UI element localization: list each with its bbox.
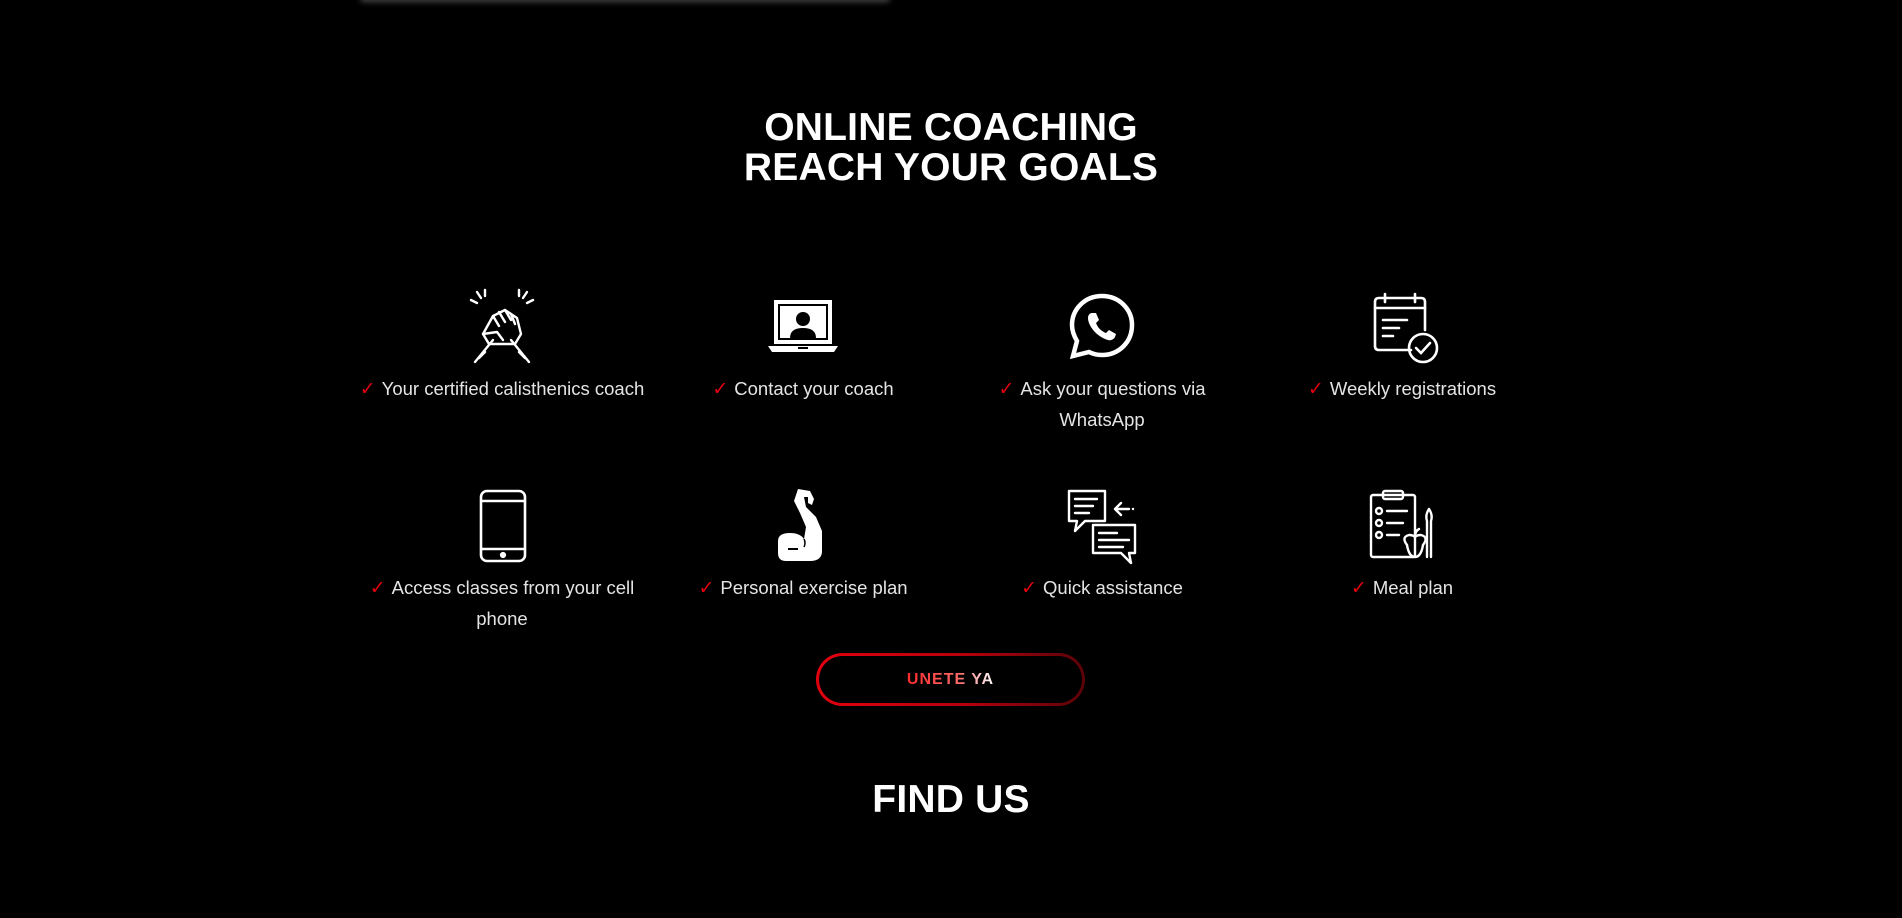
feature-text: Weekly registrations	[1329, 378, 1497, 399]
whatsapp-icon	[1069, 293, 1135, 360]
feature-mobile-classes: ✓ Access classes from your cell phone	[357, 487, 647, 634]
feature-label: ✓ Personal exercise plan	[658, 573, 948, 604]
section-title-line-1: ONLINE COACHING	[764, 106, 1138, 149]
feature-label: ✓ Weekly registrations	[1257, 374, 1547, 405]
feature-text: Your certified calisthenics coach	[381, 378, 645, 399]
feature-text: Access classes from your cell phone	[391, 577, 635, 629]
smartphone-icon	[479, 489, 527, 563]
feature-weekly-registrations: ✓ Weekly registrations	[1257, 288, 1547, 405]
flexed-bicep-icon	[778, 489, 822, 561]
feature-text: Ask your questions via WhatsApp	[1020, 378, 1206, 430]
handshake-arm-wrestling-icon	[469, 288, 535, 364]
feature-label: ✓ Contact your coach	[658, 374, 948, 405]
check-icon: ✓	[1021, 578, 1038, 599]
feature-text: Quick assistance	[1043, 577, 1183, 598]
feature-exercise-plan: ✓ Personal exercise plan	[658, 487, 948, 604]
section-title: ONLINE COACHING REACH YOUR GOALS	[0, 108, 1902, 188]
join-now-button-label: UNETE YA	[906, 670, 995, 688]
page: ONLINE COACHING REACH YOUR GOALS ✓ Your c…	[0, 0, 1902, 918]
check-icon: ✓	[712, 379, 729, 400]
feature-certified-coach: ✓ Your certified calisthenics coach	[357, 288, 647, 405]
chat-bubbles-icon	[1067, 489, 1137, 565]
check-icon: ✓	[998, 379, 1015, 400]
check-icon: ✓	[1350, 578, 1367, 599]
feature-label: ✓ Your certified calisthenics coach	[357, 374, 647, 405]
feature-quick-assistance: ✓ Quick assistance	[957, 487, 1247, 604]
meal-plan-clipboard-icon	[1369, 489, 1433, 559]
feature-text: Meal plan	[1372, 577, 1454, 598]
check-icon: ✓	[1307, 379, 1324, 400]
feature-label: ✓ Access classes from your cell phone	[357, 573, 647, 634]
section-title-line-2: REACH YOUR GOALS	[743, 146, 1159, 189]
feature-text: Contact your coach	[734, 378, 894, 399]
feature-meal-plan: ✓ Meal plan	[1257, 487, 1547, 604]
join-now-button[interactable]: UNETE YA	[816, 653, 1085, 706]
feature-text: Personal exercise plan	[720, 577, 908, 598]
join-now-button-inner[interactable]: UNETE YA	[819, 656, 1082, 703]
calendar-check-icon	[1373, 292, 1439, 364]
find-us-title: FIND US	[872, 778, 1030, 821]
laptop-video-call-icon	[768, 300, 838, 352]
check-icon: ✓	[698, 578, 715, 599]
feature-label: ✓ Ask your questions via WhatsApp	[957, 374, 1247, 435]
feature-label: ✓ Meal plan	[1257, 573, 1547, 604]
check-icon: ✓	[369, 578, 386, 599]
feature-whatsapp-questions: ✓ Ask your questions via WhatsApp	[957, 288, 1247, 435]
check-icon: ✓	[359, 379, 376, 400]
feature-label: ✓ Quick assistance	[957, 573, 1247, 604]
feature-contact-coach: ✓ Contact your coach	[658, 288, 948, 405]
